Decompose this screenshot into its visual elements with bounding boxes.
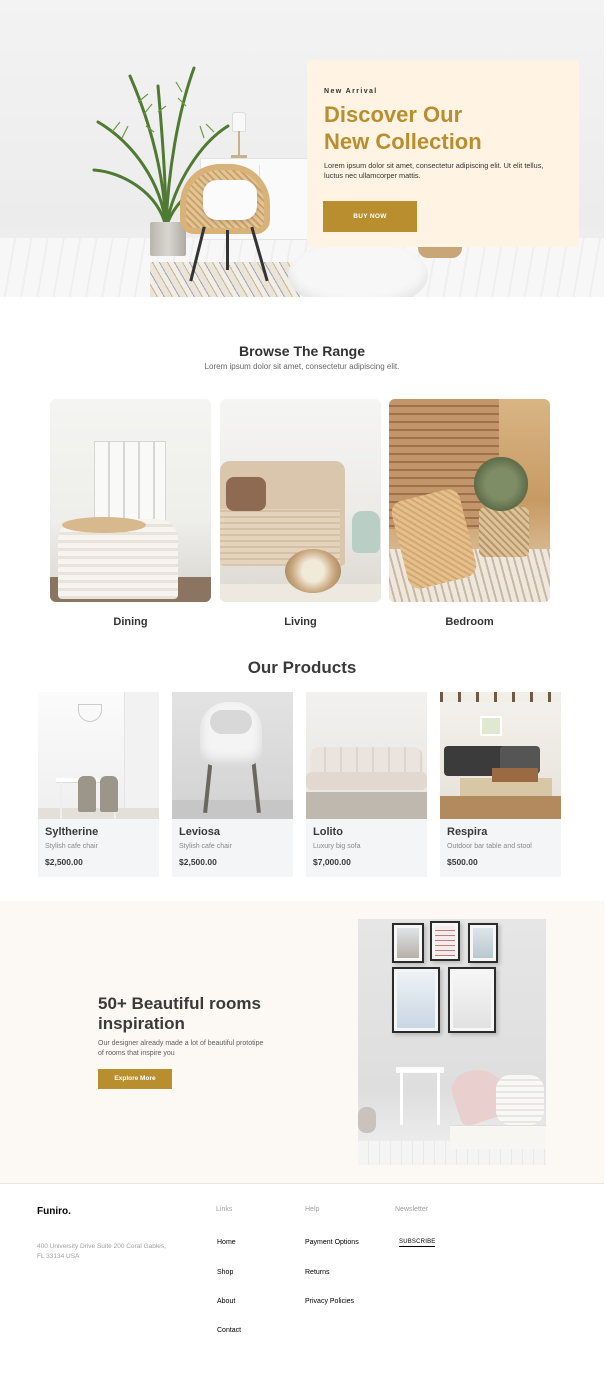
subscribe-button[interactable]: SUBSCRIBE: [399, 1239, 436, 1247]
product-description: Stylish cafe chair: [45, 843, 98, 850]
product-name: Syltherine: [45, 826, 99, 838]
footer-help-heading: Help: [305, 1206, 320, 1213]
product-card[interactable]: Respira Outdoor bar table and stool $500…: [440, 692, 561, 877]
product-description: Stylish cafe chair: [179, 843, 232, 850]
product-ceiling: [440, 692, 561, 702]
product-table-leg: [60, 782, 62, 819]
product-price: $2,500.00: [179, 857, 217, 867]
products-title: Our Products: [247, 658, 357, 677]
footer-link-payment-options[interactable]: Payment Options: [305, 1239, 359, 1246]
explore-more-button[interactable]: Explore More: [98, 1069, 172, 1089]
browse-title: Browse The Range: [238, 343, 366, 359]
living-stump: [285, 549, 341, 593]
wall-frame: [392, 923, 424, 963]
inspiration-stool: [400, 1069, 440, 1125]
product-description: Luxury big sofa: [313, 843, 361, 850]
product-chandelier: [78, 704, 102, 722]
wall-frame: [430, 921, 460, 961]
product-price: $7,000.00: [313, 857, 351, 867]
wall-frame: [468, 923, 498, 963]
product-name: Leviosa: [179, 826, 220, 838]
product-image: [440, 692, 561, 819]
product-name: Lolito: [313, 826, 343, 838]
product-name: Respira: [447, 826, 488, 838]
product-sofa-seat: [306, 772, 427, 790]
product-floor: [440, 796, 561, 819]
product-image: [306, 692, 427, 819]
hero-rug: [150, 262, 300, 297]
hero-lamp-base: [231, 155, 247, 158]
range-label-living[interactable]: Living: [220, 616, 381, 628]
product-image: [172, 692, 293, 819]
product-chair: [100, 776, 118, 812]
product-chair-opening: [210, 710, 252, 734]
hero-lamp-stem: [238, 131, 240, 156]
inspiration-text: Our designer already made a lot of beaut…: [98, 1040, 264, 1057]
product-chair: [78, 776, 96, 812]
inspiration-title: 50+ Beautiful rooms inspiration: [98, 994, 261, 1033]
hero-lamp-image: [232, 112, 246, 132]
hero-title-line: New Collection: [324, 129, 482, 154]
hero-banner: New Arrival Discover Our New Collection …: [0, 0, 604, 297]
range-card-bedroom[interactable]: [389, 399, 550, 602]
product-image: [38, 692, 159, 819]
product-card[interactable]: Syltherine Stylish cafe chair $2,500.00: [38, 692, 159, 877]
hero-chair-leg: [226, 230, 229, 270]
hero-title: Discover Our New Collection: [324, 101, 561, 155]
buy-now-button[interactable]: BUY NOW: [323, 201, 417, 232]
product-table: [492, 768, 538, 782]
hero-eyebrow: New Arrival: [324, 88, 378, 95]
product-floor: [306, 792, 427, 819]
footer-link-shop[interactable]: Shop: [217, 1269, 233, 1276]
footer-link-privacy-policies[interactable]: Privacy Policies: [305, 1298, 354, 1305]
footer-link-contact[interactable]: Contact: [217, 1327, 241, 1334]
wall-frame-art: [397, 972, 435, 1028]
product-price: $500.00: [447, 857, 478, 867]
hero-chair-cushion: [203, 180, 257, 220]
product-floor: [38, 808, 159, 819]
living-pillow: [226, 477, 266, 511]
product-card[interactable]: Lolito Luxury big sofa $7,000.00: [306, 692, 427, 877]
inspiration-pillow: [496, 1075, 544, 1125]
hero-card: New Arrival Discover Our New Collection …: [307, 60, 579, 247]
bedroom-basket: [479, 507, 529, 557]
wall-frame: [448, 967, 496, 1033]
hero-basket: [418, 246, 462, 258]
inspiration-toy: [358, 1107, 376, 1133]
footer-link-about[interactable]: About: [217, 1298, 235, 1305]
range-label-bedroom[interactable]: Bedroom: [389, 616, 550, 628]
footer-link-home[interactable]: Home: [217, 1239, 236, 1246]
hero-description: Lorem ipsum dolor sit amet, consectetur …: [324, 161, 544, 180]
inspiration-section: 50+ Beautiful rooms inspiration Our desi…: [0, 901, 604, 1183]
product-window: [480, 716, 502, 736]
hero-plant-pot: [150, 222, 186, 256]
product-card[interactable]: Leviosa Stylish cafe chair $2,500.00: [172, 692, 293, 877]
hero-title-line: Discover Our: [324, 102, 463, 127]
range-card-living[interactable]: [220, 399, 381, 602]
living-vase: [352, 511, 380, 553]
wall-frame-art: [453, 972, 491, 1028]
inspiration-image: [358, 919, 546, 1165]
bedroom-plant: [474, 457, 528, 511]
wall-frame-art: [397, 928, 419, 958]
footer-newsletter-heading: Newsletter: [395, 1206, 429, 1213]
product-floor: [172, 800, 293, 819]
footer: Funiro. 400 University Drive Suite 200 C…: [0, 1183, 604, 1374]
brand-logo[interactable]: Funiro.: [37, 1206, 71, 1217]
product-price: $2,500.00: [45, 857, 83, 867]
wall-frame-art: [435, 926, 455, 956]
wall-frame: [392, 967, 440, 1033]
inspiration-mat: [450, 1125, 546, 1149]
browse-subtitle: Lorem ipsum dolor sit amet, consectetur …: [204, 362, 400, 371]
range-card-dining[interactable]: [50, 399, 211, 602]
footer-links-heading: Links: [216, 1206, 233, 1213]
product-wall: [124, 692, 159, 819]
footer-link-returns[interactable]: Returns: [305, 1269, 330, 1276]
product-description: Outdoor bar table and stool: [447, 843, 532, 850]
dining-tray: [62, 517, 146, 533]
footer-address: 400 University Drive Suite 200 Coral Gab…: [37, 1243, 166, 1260]
range-label-dining[interactable]: Dining: [50, 616, 211, 628]
wall-frame-art: [473, 928, 493, 958]
